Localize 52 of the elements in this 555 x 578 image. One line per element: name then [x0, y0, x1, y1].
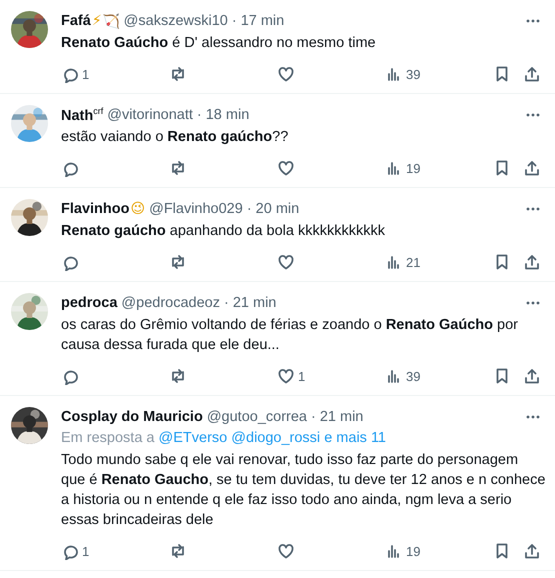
user-handle[interactable]: @vitorinonatt — [107, 107, 193, 123]
retweet-icon[interactable] — [169, 65, 187, 83]
tweet-text: Todo mundo sabe q ele vai renovar, tudo isso faz parte do personagem que é Renato Gaucho, se tu tem duvidas, tu deve ter 12 anos e n conhece a historia ou n entende q ele faz isso todo ano ainda, ngm leva a serio essas brincadeiras dele — [61, 451, 546, 530]
display-name[interactable]: Flavinhoo — [61, 201, 130, 217]
user-handle[interactable]: @pedrocadeoz — [121, 295, 220, 311]
retweet-icon[interactable] — [169, 253, 187, 271]
tweet-text: Renato gaúcho apanhando da bola kkkkkkkkkkkk — [61, 222, 386, 241]
view-count: 19 — [406, 544, 420, 558]
separator-dot: · — [310, 409, 316, 425]
timestamp[interactable]: 17 min — [240, 13, 284, 29]
separator-dot: · — [224, 295, 229, 311]
user-handle[interactable]: @Flavinho029 — [149, 201, 243, 217]
share-icon[interactable] — [523, 542, 541, 560]
view-count: 39 — [406, 368, 420, 384]
heart-icon[interactable] — [277, 159, 295, 177]
like-count: 1 — [298, 368, 306, 384]
share-icon[interactable] — [523, 367, 541, 385]
heart-icon[interactable] — [277, 542, 295, 560]
separator-dot: · — [196, 107, 202, 123]
replie-count: 1 — [82, 66, 90, 82]
share-icon[interactable] — [523, 65, 541, 83]
emoji: 🏹 — [102, 12, 120, 30]
share-icon[interactable] — [523, 253, 541, 271]
retweet-icon[interactable] — [169, 542, 187, 560]
display-name[interactable]: Nath$^{crf}$ — [61, 106, 104, 124]
replie-count: 1 — [82, 544, 90, 558]
tweet-text: estão vaiando o Renato gaúcho?? — [61, 128, 290, 147]
display-name[interactable]: Fafá — [61, 13, 91, 29]
heart-icon[interactable] — [277, 65, 295, 83]
emoji: 😉 — [130, 201, 146, 217]
separator-dot: · — [246, 201, 252, 217]
timestamp[interactable]: 20 min — [256, 201, 300, 217]
heart-icon[interactable] — [277, 253, 295, 271]
tweet-text: os caras do Grêmio voltando de férias e zoando o Renato Gaúcho por causa dessa furada que ele deu... — [61, 316, 519, 355]
retweet-icon[interactable] — [169, 159, 187, 177]
timestamp[interactable]: 21 min — [232, 295, 276, 311]
retweet-icon[interactable] — [169, 367, 187, 385]
emoji: ⚡ — [92, 13, 102, 29]
user-handle[interactable]: @gutoo_correa — [206, 409, 307, 425]
heart-icon[interactable] — [277, 367, 295, 385]
display-name[interactable]: Cosplay do Mauricio — [61, 409, 203, 425]
view-count: 39 — [406, 66, 420, 82]
share-icon[interactable] — [523, 159, 541, 177]
user-handle[interactable]: @sakszewski10 — [124, 13, 228, 29]
view-count: 19 — [406, 160, 420, 176]
timestamp[interactable]: 18 min — [206, 107, 250, 123]
view-count: 21 — [406, 254, 420, 270]
separator-dot: · — [232, 13, 237, 29]
reply-prefix: Em resposta a — [61, 430, 154, 446]
tweet-text: Renato Gaúcho é D' alessandro no mesmo time — [61, 34, 377, 53]
display-name[interactable]: pedroca — [61, 295, 118, 311]
timestamp[interactable]: 21 min — [320, 409, 364, 425]
